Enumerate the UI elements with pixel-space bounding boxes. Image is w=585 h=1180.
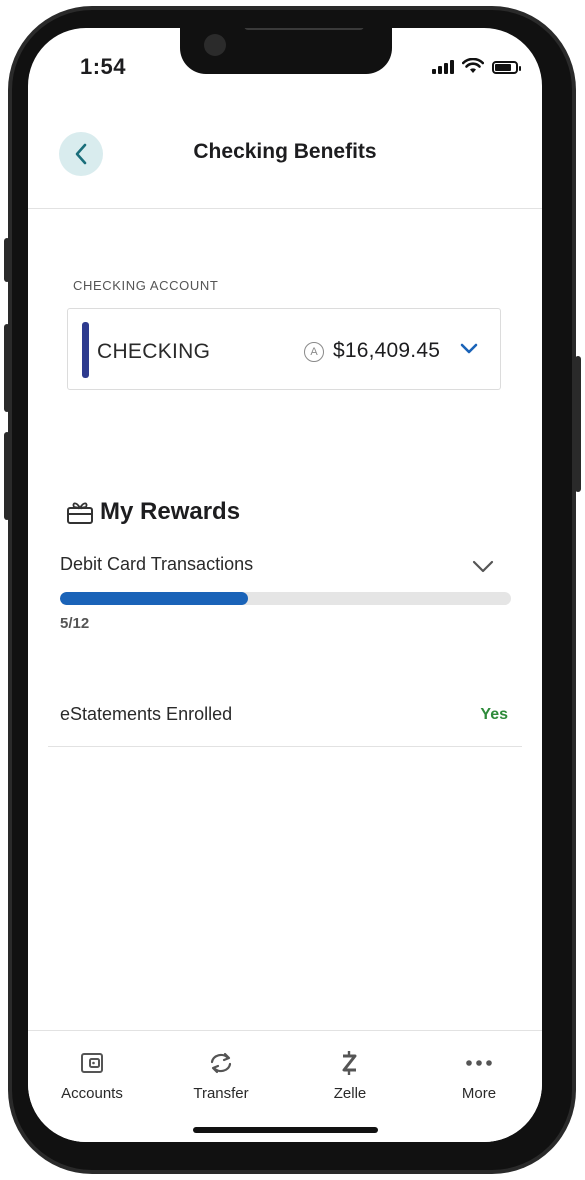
account-color-bar xyxy=(82,322,89,378)
account-balance: $16,409.45 xyxy=(333,339,441,362)
more-dots-icon xyxy=(466,1060,492,1066)
transfer-arrows-icon xyxy=(210,1052,232,1074)
camera xyxy=(204,34,226,56)
checking-account-label: CHECKING ACCOUNT xyxy=(73,278,219,293)
tab-more-label: More xyxy=(461,1085,497,1102)
status-icons xyxy=(432,58,521,74)
available-balance-icon: A xyxy=(304,342,324,362)
account-name: CHECKING xyxy=(97,340,211,363)
side-button-power xyxy=(575,356,581,492)
rewards-heading: My Rewards xyxy=(66,498,240,526)
header: Checking Benefits xyxy=(28,116,542,209)
tab-bar: Accounts Transfer Zelle More xyxy=(28,1030,542,1142)
side-button-mute xyxy=(4,238,10,282)
tab-transfer-label: Transfer xyxy=(193,1085,249,1102)
gift-card-icon xyxy=(67,502,93,524)
side-button-volume-down xyxy=(4,432,10,520)
progress-count: 5/12 xyxy=(60,615,90,632)
speaker xyxy=(244,28,364,30)
progress-fill xyxy=(60,592,248,605)
zelle-icon xyxy=(342,1051,357,1075)
estatements-row: eStatements Enrolled Yes xyxy=(48,684,522,747)
debit-card-transactions-label: Debit Card Transactions xyxy=(60,554,254,574)
wifi-icon xyxy=(462,58,484,73)
tab-transfer[interactable]: Transfer xyxy=(157,1049,285,1102)
tab-accounts-label: Accounts xyxy=(61,1085,123,1102)
estatements-label: eStatements Enrolled xyxy=(60,704,233,724)
tab-more[interactable]: More xyxy=(415,1049,542,1102)
side-button-volume-up xyxy=(4,324,10,412)
notch xyxy=(180,28,392,74)
progress-bar xyxy=(60,592,511,605)
tab-zelle-label: Zelle xyxy=(333,1085,367,1102)
cellular-signal-icon xyxy=(432,60,454,74)
wallet-icon xyxy=(81,1053,103,1073)
status-time: 1:54 xyxy=(80,54,127,79)
chevron-down-icon[interactable] xyxy=(472,560,494,574)
tab-zelle[interactable]: Zelle xyxy=(286,1049,414,1102)
battery-icon xyxy=(492,61,521,74)
page-title: Checking Benefits xyxy=(193,140,377,163)
estatements-value: Yes xyxy=(480,706,508,723)
tab-accounts[interactable]: Accounts xyxy=(28,1049,156,1102)
screen: 1:54 Checking Benefits CHECKING ACCOUNT … xyxy=(28,28,542,1142)
home-indicator xyxy=(193,1127,378,1133)
rewards-title: My Rewards xyxy=(100,498,241,525)
account-selector[interactable]: CHECKING A $16,409.45 xyxy=(67,308,501,390)
chevron-down-icon xyxy=(460,343,478,354)
